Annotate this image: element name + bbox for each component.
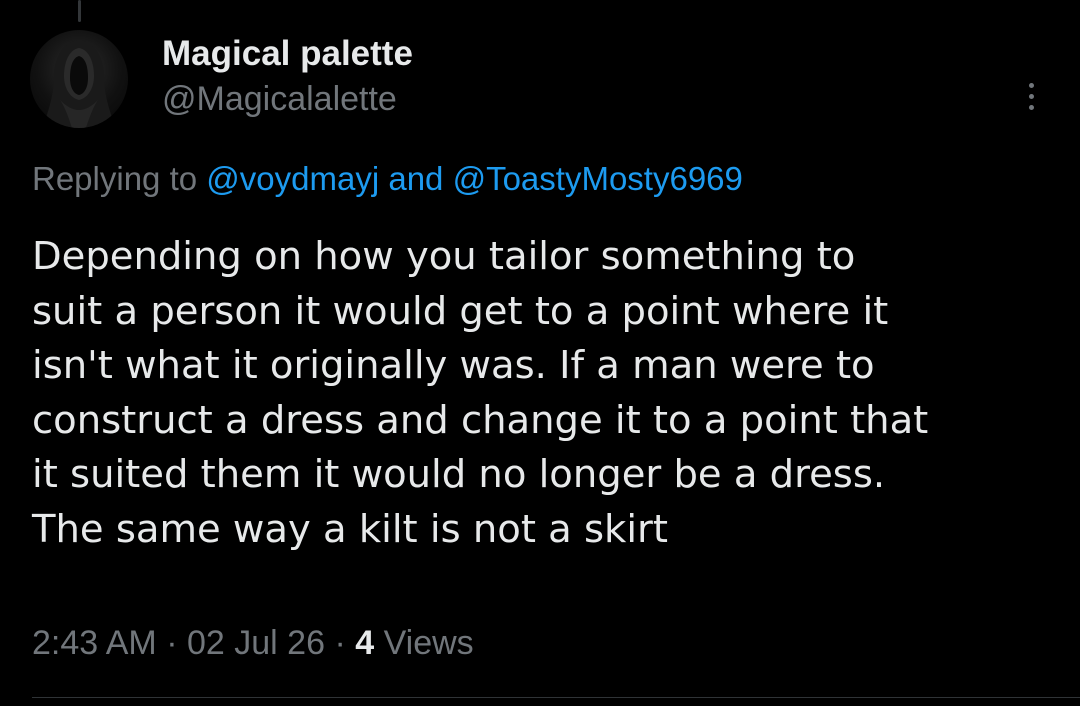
mention-link-1[interactable]: @voydmayj <box>206 160 379 197</box>
avatar[interactable] <box>30 30 128 128</box>
views-count[interactable]: 4 <box>355 624 374 662</box>
views-label[interactable]: Views <box>384 624 474 662</box>
tweet-text: Depending on how you tailor something to… <box>32 234 929 552</box>
meta-separator: · <box>166 624 178 662</box>
tweet-date[interactable]: 02 Jul 26 <box>187 624 325 662</box>
meta-separator: · <box>334 624 346 662</box>
mention-link-2[interactable]: @ToastyMosty6969 <box>453 160 743 197</box>
replying-to-prefix: Replying to <box>32 160 198 197</box>
hooded-figure-icon <box>42 40 116 128</box>
more-vertical-icon <box>1028 82 1034 88</box>
thread-connector-line <box>78 0 81 22</box>
mention-joiner: and <box>388 160 444 197</box>
author-handle[interactable]: @Magicalalette <box>162 80 397 119</box>
replying-to-line: Replying to @voydmayj and @ToastyMosty69… <box>32 160 743 198</box>
more-vertical-icon-dot <box>1028 104 1034 110</box>
more-options-button[interactable] <box>1016 74 1046 118</box>
more-vertical-icon-dot <box>1028 93 1034 99</box>
tweet-metadata: 2:43 AM · 02 Jul 26 · 4 Views <box>32 624 474 663</box>
author-display-name[interactable]: Magical palette <box>162 34 413 74</box>
tweet-time[interactable]: 2:43 AM <box>32 624 157 662</box>
divider <box>32 697 1080 698</box>
